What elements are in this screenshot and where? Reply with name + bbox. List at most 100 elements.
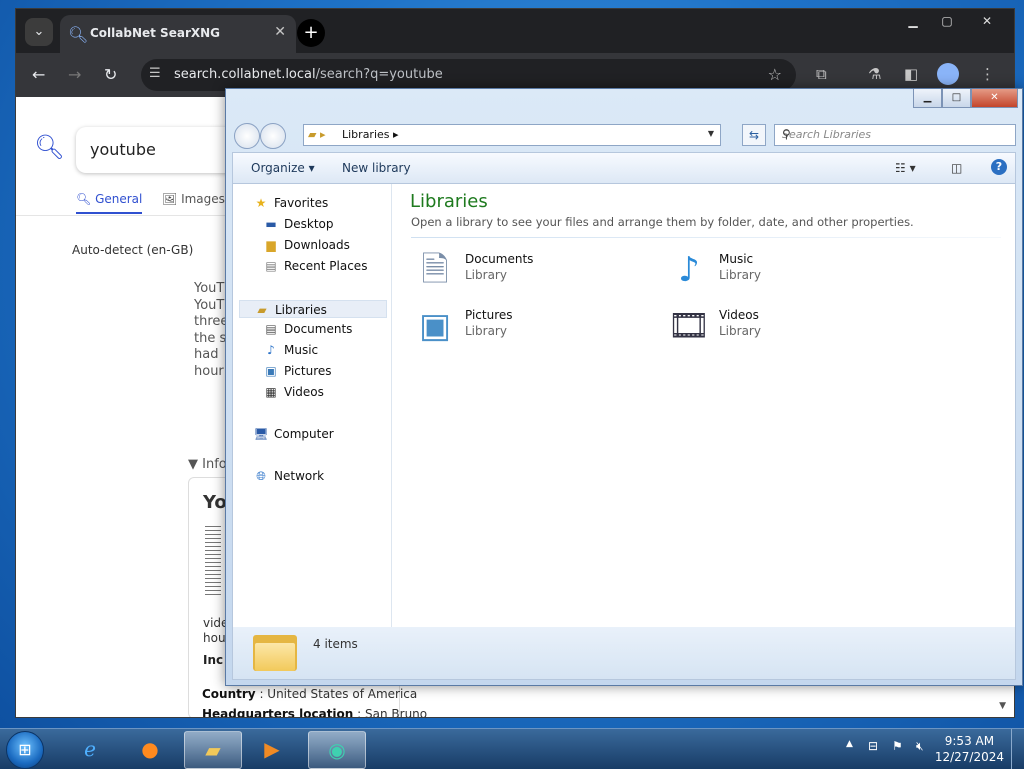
page-title: Libraries: [410, 191, 488, 212]
explorer-refresh-button[interactable]: ⇆: [742, 124, 766, 146]
recent-places-icon: ▤: [265, 259, 277, 273]
nav-music[interactable]: ♪ Music: [263, 343, 318, 357]
new-library-button[interactable]: New library: [342, 161, 411, 175]
browser-tab-active[interactable]: 🔍︎ CollabNet SearXNG ✕: [60, 15, 296, 53]
infobox-country: Country : United States of America: [202, 687, 418, 701]
start-button[interactable]: ⊞: [6, 731, 44, 769]
scroll-down-arrow-icon[interactable]: ▼: [999, 701, 1006, 711]
libraries-folder-icon: ▰ ▸: [308, 128, 326, 141]
explorer-maximize-button[interactable]: □: [942, 89, 971, 108]
infobox-thumbnail[interactable]: [205, 526, 221, 596]
explorer-window-controls: ▁ □ ✕: [913, 89, 1018, 108]
show-desktop-button[interactable]: [1011, 729, 1024, 769]
explorer-forward-button[interactable]: [260, 123, 286, 149]
explorer-close-button[interactable]: ✕: [971, 89, 1018, 108]
side-panel-icon[interactable]: ◧: [904, 65, 918, 83]
minimize-button[interactable]: ▁: [896, 11, 930, 31]
organize-button[interactable]: Organize ▾: [251, 161, 315, 175]
browser-window-controls: ▁ ▢ ✕: [896, 11, 1010, 31]
infobox-toggle[interactable]: ▼ Info: [188, 457, 227, 472]
network-icon: 🌐︎: [256, 469, 266, 483]
nav-recent-places[interactable]: ▤ Recent Places: [263, 259, 367, 273]
labs-flask-icon[interactable]: ⚗: [868, 65, 881, 83]
system-clock[interactable]: 9:53 AM 12/27/2024: [935, 733, 1004, 765]
volume-muted-icon[interactable]: 🔇︎: [916, 739, 924, 754]
explorer-minimize-button[interactable]: ▁: [913, 89, 942, 108]
view-options-icon[interactable]: ☷ ▾: [895, 161, 916, 175]
tab-title: CollabNet SearXNG: [90, 26, 221, 40]
nav-libraries[interactable]: ▰ Libraries: [239, 300, 387, 318]
infobox-title: Yo: [203, 492, 227, 513]
bookmark-star-icon[interactable]: ☆: [768, 65, 782, 84]
item-count: 4 items: [313, 637, 358, 651]
tab-general[interactable]: 🔍︎ General: [76, 192, 143, 214]
library-item-pictures[interactable]: ▣ Pictures Library: [411, 303, 651, 349]
music-library-icon: ♪: [678, 250, 700, 290]
explorer-taskbar-icon[interactable]: ▰: [184, 731, 242, 769]
menu-kebab-icon[interactable]: ⋮: [980, 65, 995, 83]
tab-search-button[interactable]: ⌄: [25, 18, 53, 46]
nav-computer[interactable]: 🖥︎ Computer: [253, 427, 333, 441]
help-icon[interactable]: ?: [991, 159, 1007, 175]
media-player-taskbar-icon[interactable]: ▶: [244, 731, 300, 767]
network-tray-icon[interactable]: ⊟: [868, 739, 878, 753]
videos-icon: ▦: [265, 385, 277, 399]
result-snippet: YouT YouT three the s had hour: [194, 281, 229, 379]
libraries-large-icon: [253, 631, 297, 671]
explorer-body: ★ Favorites ▬ Desktop ▆ Downloads ▤ Recent P…: [232, 183, 1016, 628]
documents-icon: ▤: [265, 322, 277, 336]
explorer-search-icon[interactable]: ⚲: [782, 127, 1009, 141]
nav-downloads[interactable]: ▆ Downloads: [263, 238, 350, 252]
address-bar[interactable]: ☰ search.collabnet.local/search?q=youtub…: [141, 59, 796, 91]
pictures-library-icon: ▣: [418, 306, 452, 346]
nav-desktop[interactable]: ▬ Desktop: [263, 217, 333, 231]
explorer-back-button[interactable]: [234, 123, 260, 149]
nav-network[interactable]: 🌐︎ Network: [253, 469, 324, 484]
show-hidden-icons-icon[interactable]: ▲: [846, 739, 853, 749]
new-tab-button[interactable]: +: [297, 19, 325, 47]
pictures-icon: ▣: [265, 364, 277, 378]
address-dropdown-icon[interactable]: ▼: [708, 129, 714, 138]
page-subtitle: Open a library to see your files and arr…: [411, 215, 914, 229]
site-info-icon[interactable]: ☰: [149, 66, 161, 81]
reload-icon[interactable]: ↻: [104, 65, 117, 84]
search-favicon-icon: 🔍︎: [68, 25, 89, 44]
language-selector[interactable]: Auto-detect (en-GB): [72, 243, 193, 257]
forward-arrow-icon[interactable]: →: [68, 65, 81, 84]
libraries-content: Libraries Open a library to see your fil…: [393, 184, 1015, 627]
explorer-address-bar[interactable]: ▰ ▸ Libraries ▸ ▼: [303, 124, 721, 146]
libraries-icon: ▰: [257, 303, 267, 317]
chrome-taskbar-icon[interactable]: ◉: [308, 731, 366, 769]
internet-explorer-taskbar-icon[interactable]: ℯ: [62, 731, 118, 767]
nav-videos[interactable]: ▦ Videos: [263, 385, 324, 399]
preview-pane-icon[interactable]: ◫: [951, 161, 962, 175]
close-button[interactable]: ✕: [964, 11, 1010, 31]
taskbar: ⊞ ℯ ● ▰ ▶ ◉ ▲ ⊟ ⚑ 🔇︎ 9:53 AM 12/27/2024: [0, 728, 1024, 769]
details-pane: 4 items: [232, 627, 1016, 680]
library-item-videos[interactable]: 🎞︎ Videos Library: [665, 303, 905, 349]
navigation-pane: ★ Favorites ▬ Desktop ▆ Downloads ▤ Recent P…: [233, 184, 392, 627]
breadcrumb[interactable]: Libraries ▸: [342, 128, 399, 141]
infobox-headquarters: Headquarters location : San Bruno: [202, 707, 428, 718]
library-item-documents[interactable]: 🗎 Documents Library: [411, 247, 651, 293]
back-arrow-icon[interactable]: ←: [32, 65, 45, 84]
profile-avatar-icon[interactable]: [937, 63, 959, 85]
computer-icon: 🖥︎: [253, 427, 269, 441]
tab-close-icon[interactable]: ✕: [274, 24, 286, 40]
tab-strip: ⌄ 🔍︎ CollabNet SearXNG ✕ + ▁ ▢ ✕: [16, 9, 1014, 53]
library-item-music[interactable]: ♪ Music Library: [665, 247, 905, 293]
explorer-search-input[interactable]: Search Libraries ⚲: [774, 124, 1016, 146]
firefox-taskbar-icon[interactable]: ●: [122, 731, 178, 767]
nav-pictures[interactable]: ▣ Pictures: [263, 364, 331, 378]
maximize-button[interactable]: ▢: [930, 11, 964, 31]
tab-images[interactable]: 🖼 Images: [162, 192, 225, 206]
header-divider: [411, 237, 1001, 238]
nav-documents[interactable]: ▤ Documents: [263, 322, 352, 336]
explorer-command-bar: Organize ▾ New library ☷ ▾ ◫ ?: [232, 152, 1016, 183]
documents-library-icon: 🗎: [421, 250, 449, 290]
nav-favorites[interactable]: ★ Favorites: [253, 196, 329, 210]
searxng-logo-icon[interactable]: 🔍︎: [34, 133, 64, 161]
action-center-flag-icon[interactable]: ⚑: [892, 739, 903, 753]
infobox-inc-label: Inc: [203, 653, 224, 667]
extensions-icon[interactable]: ⧉: [816, 65, 827, 83]
